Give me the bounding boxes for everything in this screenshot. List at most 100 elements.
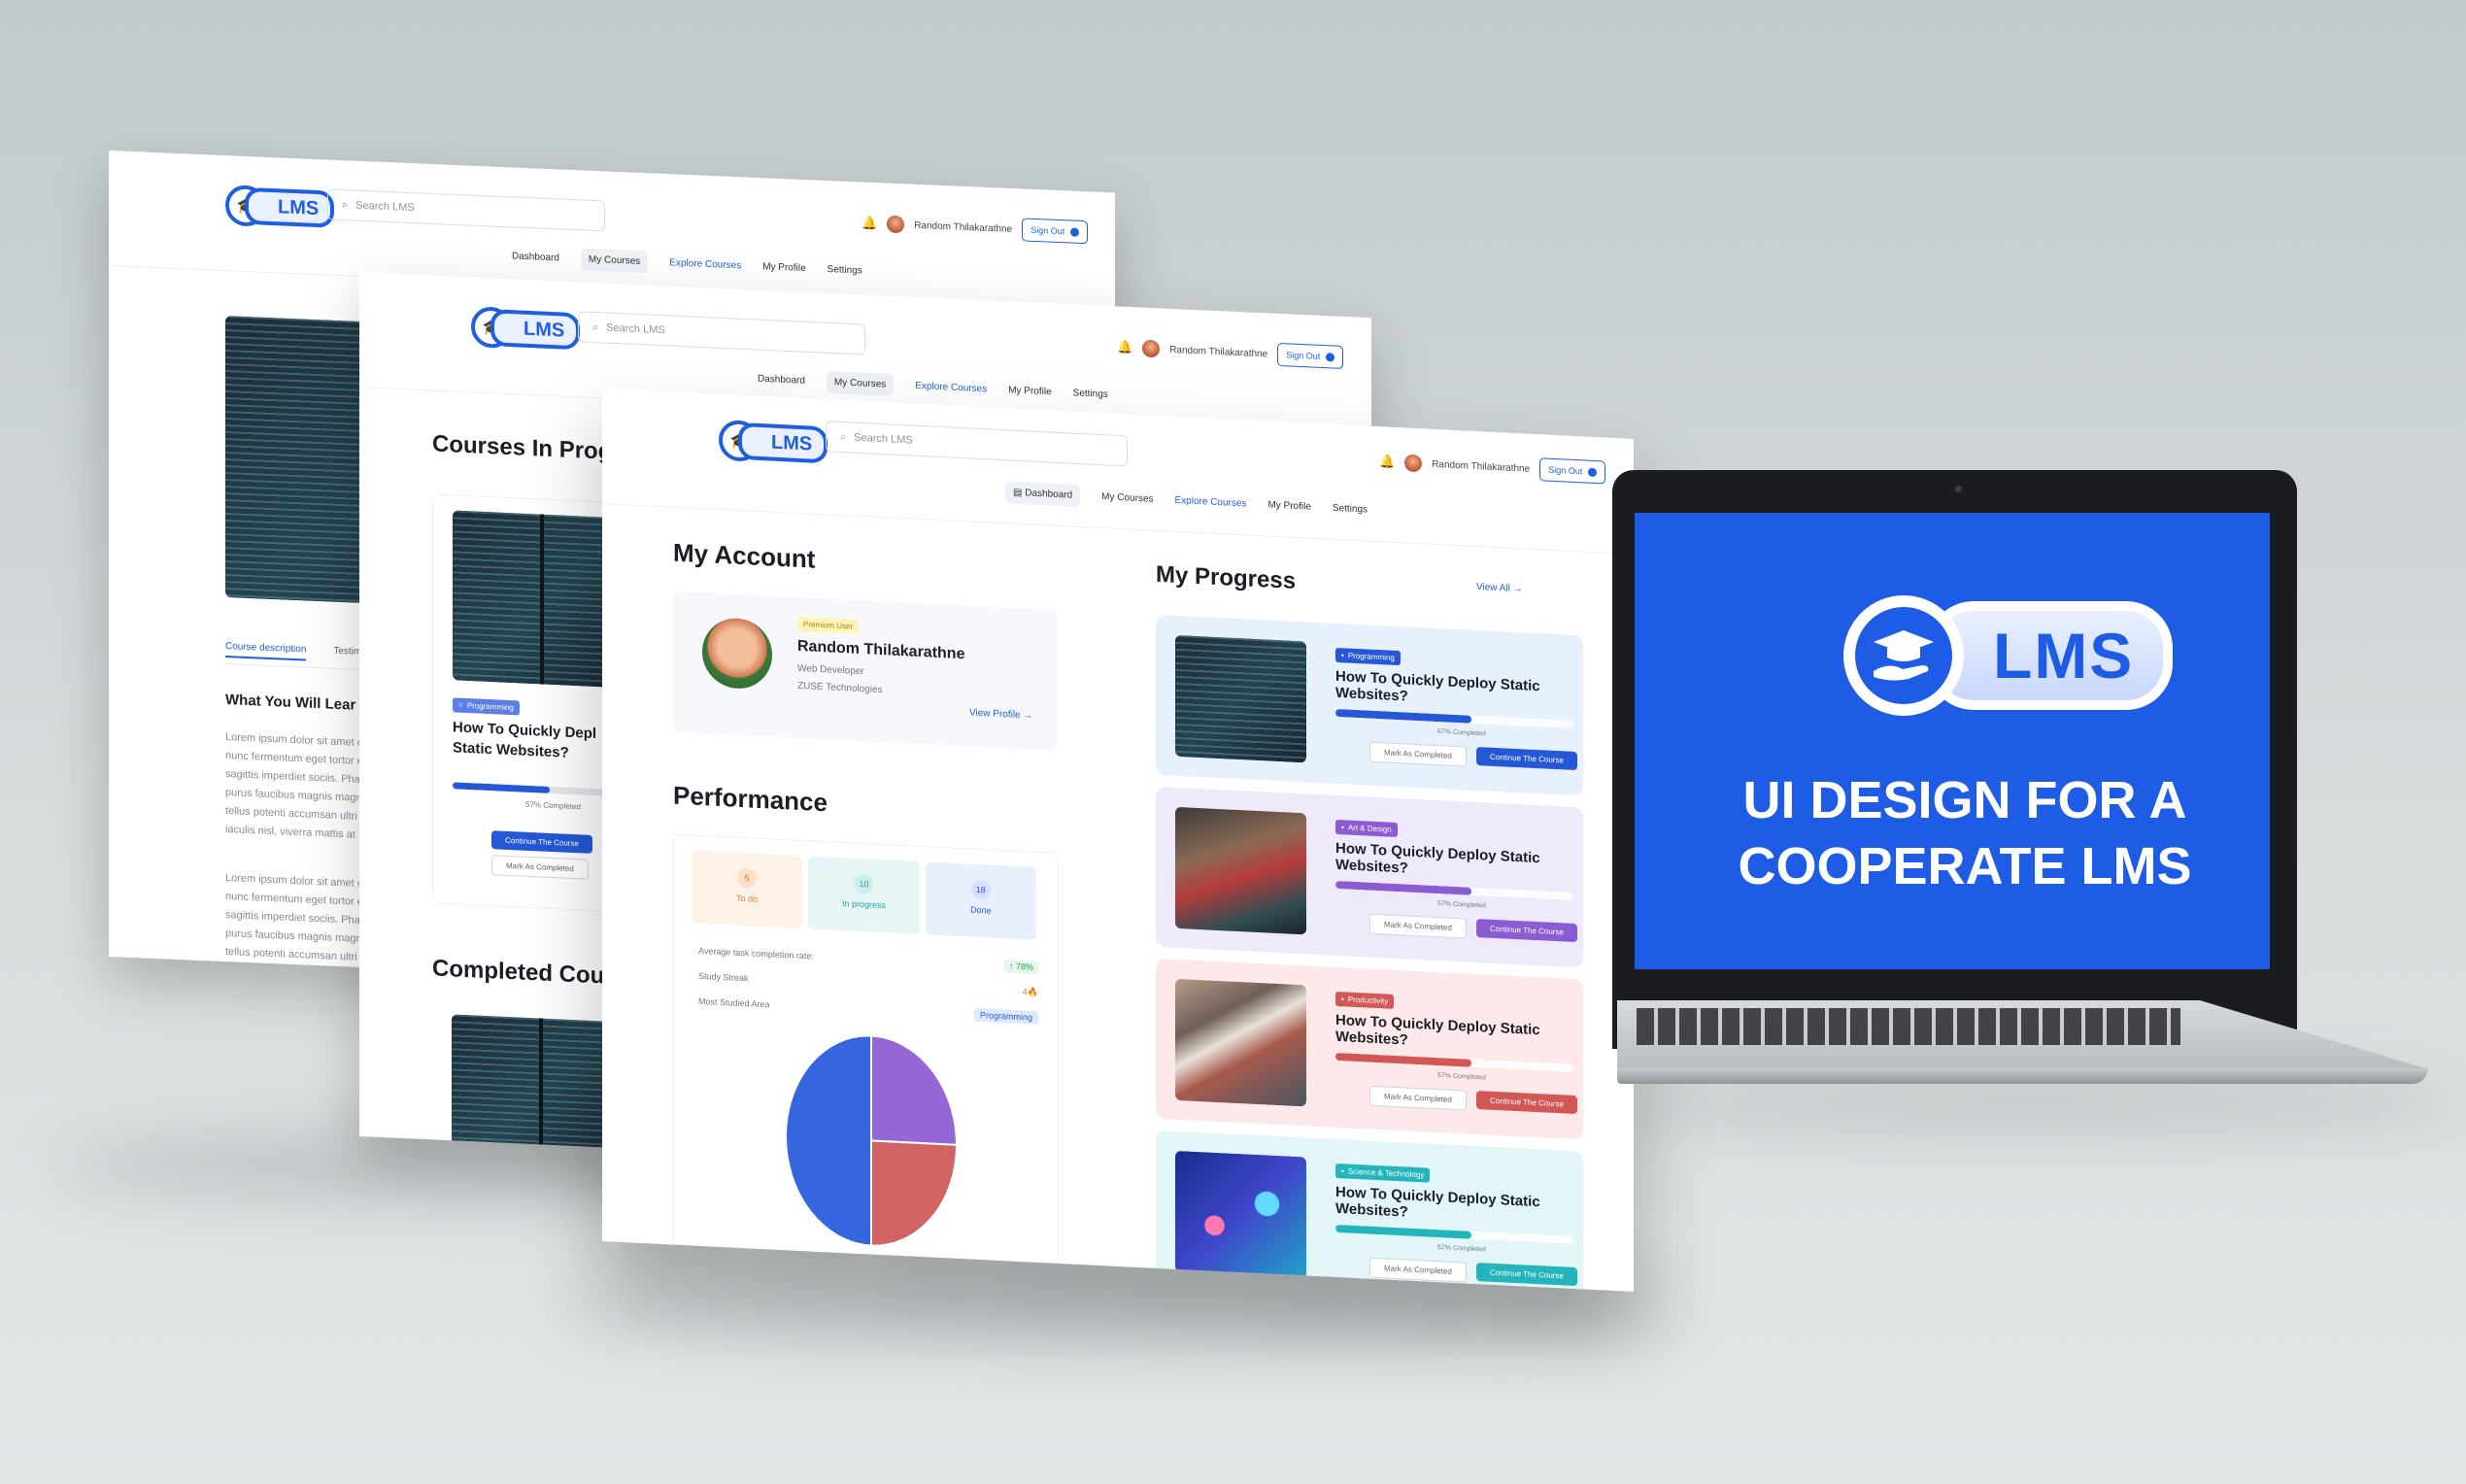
- course-title: How To Quickly Deploy Static Websites?: [1335, 839, 1540, 877]
- progress-bar: [1335, 1224, 1573, 1244]
- bell-icon[interactable]: 🔔: [1117, 339, 1132, 355]
- avatar[interactable]: [1404, 454, 1423, 473]
- course-tag: ▪ Programming: [1335, 647, 1401, 666]
- mark-completed-button[interactable]: Mark As Completed: [1369, 913, 1467, 939]
- section-title-in-progress: Courses In Prog: [432, 430, 613, 465]
- continue-course-button[interactable]: Continue The Course: [1476, 747, 1577, 771]
- course-thumbnail: [1175, 806, 1306, 935]
- nav-dashboard[interactable]: ▤ Dashboard: [1005, 481, 1081, 508]
- profile-avatar: [702, 617, 772, 691]
- progress-fill: [453, 782, 550, 793]
- progress-fill: [1335, 1052, 1471, 1067]
- category-icon: ▪: [1341, 995, 1344, 1004]
- progress-label: 57% Completed: [1437, 1244, 1486, 1254]
- nav-my-profile[interactable]: My Profile: [1267, 500, 1310, 513]
- stat-in-progress[interactable]: 10 In progress: [808, 856, 920, 934]
- course-thumbnail: [1175, 1150, 1306, 1279]
- pie-slice-done[interactable]: [785, 1031, 872, 1247]
- continue-course-button[interactable]: Continue The Course: [1476, 1091, 1577, 1115]
- account-card: Premium User Random Thilakarathne Web De…: [673, 590, 1057, 751]
- progress-bar: [1335, 708, 1573, 728]
- nav-my-courses[interactable]: My Courses: [1101, 491, 1153, 505]
- completion-rate-badge: ↑ 78%: [1003, 959, 1038, 974]
- user-name: Random Thilakarathne: [1169, 344, 1268, 359]
- logout-icon: [1588, 467, 1598, 477]
- logout-icon: [1326, 352, 1335, 362]
- progress-course-card[interactable]: ▪ Science & Technology How To Quickly Dep…: [1156, 1130, 1583, 1292]
- avatar[interactable]: [887, 215, 905, 234]
- description-paragraph: Lorem ipsum dolor sit amet c nunc ferment…: [225, 731, 363, 841]
- study-streak-value: 4🔥: [1022, 986, 1038, 997]
- code-branch-icon: ⑂: [458, 700, 463, 710]
- section-title-completed: Completed Cou: [432, 955, 605, 990]
- mark-completed-button[interactable]: Mark As Completed: [1369, 1257, 1467, 1283]
- course-title: How To Quickly Deploy Static Websites?: [1335, 1183, 1540, 1221]
- dashboard-screen: 🎓LMS ⌕Search LMS ▤ Dashboard My Courses …: [602, 388, 1634, 1292]
- most-studied-badge: Programming: [973, 1007, 1038, 1025]
- headline: UI DESIGN FOR A COOPERATE LMS: [1738, 771, 2192, 895]
- avatar[interactable]: [1142, 339, 1161, 358]
- search-input[interactable]: ⌕ Search LMS: [578, 311, 865, 355]
- sign-out-button[interactable]: Sign Out: [1539, 457, 1606, 485]
- progress-fill: [1335, 1224, 1471, 1239]
- category-icon: ▪: [1341, 1166, 1344, 1176]
- user-name: Random Thilakarathne: [914, 219, 1013, 235]
- user-area: 🔔 Random Thilakarathne Sign Out: [861, 211, 1089, 245]
- nav-explore-courses[interactable]: Explore Courses: [669, 257, 741, 271]
- nav-dashboard[interactable]: Dashboard: [512, 251, 559, 263]
- sign-out-button[interactable]: Sign Out: [1277, 342, 1344, 370]
- bell-icon[interactable]: 🔔: [861, 215, 877, 231]
- category-icon: ▪: [1341, 823, 1344, 832]
- view-all-link[interactable]: View All →: [1476, 582, 1523, 594]
- top-bar: 🎓LMS ⌕Search LMS ▤ Dashboard My Courses …: [602, 388, 1634, 555]
- search-input[interactable]: ⌕ Search LMS: [826, 421, 1128, 467]
- course-thumbnail: [1175, 978, 1306, 1107]
- arrow-right-icon: →: [1512, 583, 1523, 595]
- user-name: Random Thilakarathne: [1432, 458, 1531, 475]
- nav-dashboard[interactable]: Dashboard: [758, 374, 805, 387]
- progress-course-card[interactable]: ▪ Productivity How To Quickly Deploy Stat…: [1156, 958, 1583, 1140]
- nav-explore-courses[interactable]: Explore Courses: [915, 381, 987, 394]
- lms-logo: 🎓LMS: [225, 185, 335, 230]
- progress-bar: [453, 782, 623, 797]
- progress-fill: [1335, 880, 1471, 895]
- performance-card: 5 To do 10 In progress 18 Done Average t…: [673, 833, 1059, 1282]
- sign-out-button[interactable]: Sign Out: [1022, 218, 1089, 245]
- mark-completed-button[interactable]: Mark As Completed: [491, 855, 589, 880]
- performance-title: Performance: [673, 780, 828, 818]
- cap-hand-icon: [1874, 630, 1934, 681]
- continue-course-button[interactable]: Continue The Course: [491, 830, 592, 854]
- continue-course-button[interactable]: Continue The Course: [1476, 1263, 1577, 1287]
- view-profile-link[interactable]: View Profile →: [969, 707, 1032, 721]
- stat-todo[interactable]: 5 To do: [692, 850, 803, 929]
- course-title: How To Quickly Deploy Static Websites?: [1335, 1011, 1540, 1049]
- nav-settings[interactable]: Settings: [1333, 503, 1368, 516]
- course-tag: ▪ Productivity: [1335, 991, 1395, 1009]
- progress-label: 57% Completed: [1437, 728, 1486, 738]
- progress-course-card[interactable]: ▪ Programming How To Quickly Deploy Stati…: [1156, 614, 1583, 796]
- continue-course-button[interactable]: Continue The Course: [1476, 919, 1577, 943]
- bell-icon[interactable]: 🔔: [1379, 454, 1395, 470]
- search-icon: ⌕: [342, 198, 349, 211]
- arrow-right-icon: →: [1023, 710, 1033, 722]
- dashboard-icon: ▤: [1013, 487, 1023, 499]
- pie-slice-in-progress[interactable]: [870, 1139, 959, 1250]
- search-input[interactable]: ⌕ Search LMS: [327, 188, 605, 232]
- nav-settings[interactable]: Settings: [1073, 388, 1108, 400]
- stat-done[interactable]: 18 Done: [925, 861, 1036, 940]
- my-account-title: My Account: [673, 537, 816, 574]
- progress-label: 57% Completed: [525, 799, 581, 812]
- mark-completed-button[interactable]: Mark As Completed: [1369, 741, 1467, 767]
- nav-settings[interactable]: Settings: [828, 264, 862, 277]
- nav-explore-courses[interactable]: Explore Courses: [1175, 495, 1247, 510]
- nav-my-courses[interactable]: My Courses: [826, 370, 895, 396]
- nav-my-courses[interactable]: My Courses: [580, 248, 649, 274]
- pie-slice-to-do[interactable]: [870, 1034, 959, 1146]
- progress-course-card[interactable]: ▪ Art & Design How To Quickly Deploy Stat…: [1156, 786, 1583, 968]
- course-thumbnail: [1175, 634, 1306, 763]
- tab-course-description[interactable]: Course description: [225, 641, 307, 661]
- profile-company: ZUSE Technologies: [797, 680, 883, 696]
- mark-completed-button[interactable]: Mark As Completed: [1369, 1085, 1467, 1111]
- nav-my-profile[interactable]: My Profile: [1008, 385, 1051, 397]
- nav-my-profile[interactable]: My Profile: [762, 261, 805, 274]
